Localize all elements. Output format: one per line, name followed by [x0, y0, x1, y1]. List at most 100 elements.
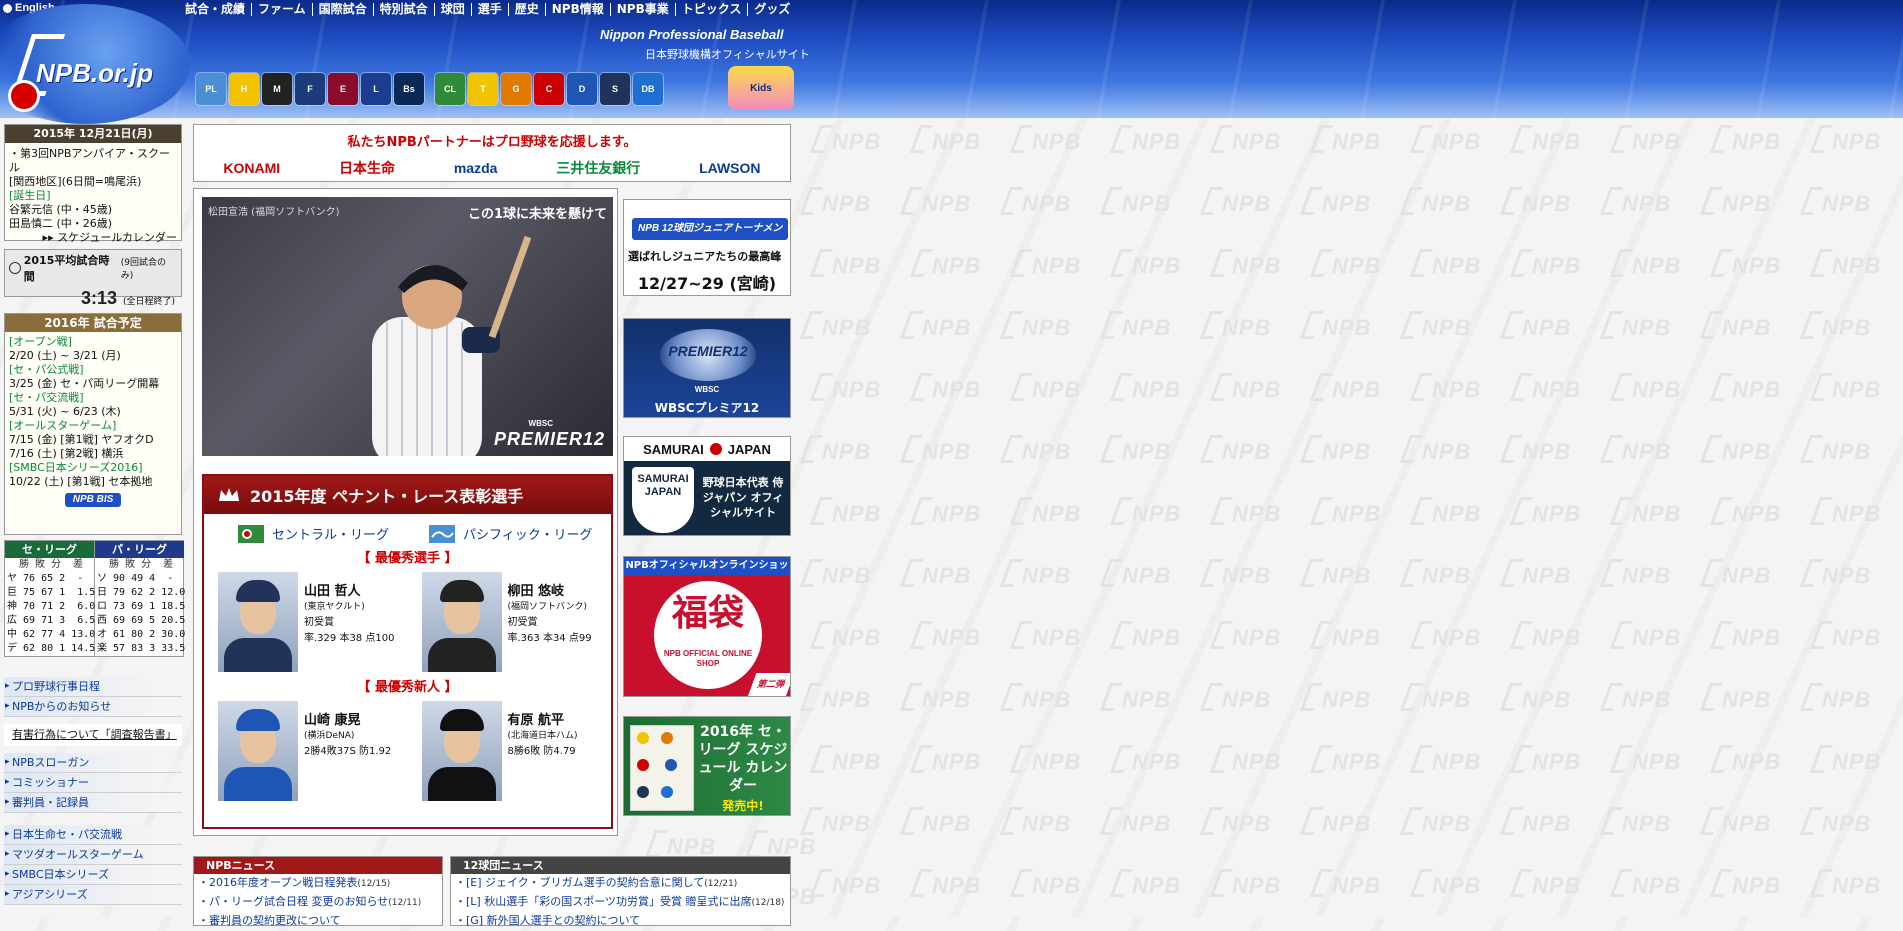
partner-logo[interactable]: mazda	[454, 160, 498, 176]
team-logo-icon[interactable]: Bs	[394, 73, 424, 105]
news-item[interactable]: ・[L] 秋山選手「彩の国スポーツ功労賞」受賞 贈呈式に出席(12/18)	[451, 893, 790, 912]
left-menu-item[interactable]: NPBからのお知らせ	[4, 697, 182, 717]
news-item[interactable]: ・[E] ジェイク・ブリガム選手の契約合意に関して(12/21)	[451, 874, 790, 893]
samurai-text: 野球日本代表 侍ジャパン オフィシャルサイト	[702, 476, 784, 519]
standings-row[interactable]: 中 62 77 4 13.0	[5, 628, 95, 642]
player-stats: 8勝6敗 防4.79	[507, 746, 576, 757]
left-menu-item[interactable]: 審判員・記録員	[4, 793, 182, 813]
watermark-npb-icon: NPB	[1405, 435, 1471, 465]
watermark-npb-icon: NPB	[1305, 559, 1371, 589]
nav-item[interactable]: NPB情報	[546, 3, 611, 16]
schedule-label: [SMBC日本シリーズ2016]	[9, 461, 143, 474]
kids-site-button[interactable]: Kids	[728, 66, 794, 110]
standings-row[interactable]: ロ 73 69 1 18.5	[95, 600, 185, 614]
nav-item[interactable]: 国際試合	[313, 3, 374, 16]
online-shop-banner[interactable]: NPBオフィシャルオンラインショップ 福袋 NPB OFFICIAL ONLIN…	[623, 556, 791, 697]
team-logo-icon[interactable]: CL	[435, 73, 465, 105]
standings-row[interactable]: デ 62 80 1 14.5	[5, 642, 95, 656]
player-card[interactable]: 山崎 康晃 (横浜DeNA) 2勝4敗37S 防1.92	[204, 701, 408, 801]
team-logo-icon[interactable]: F	[295, 73, 325, 105]
standings-row[interactable]: 神 70 71 2 6.0	[5, 600, 95, 614]
player-card[interactable]: 柳田 悠岐 (福岡ソフトバンク) 初受賞 率.363 本34 点99	[408, 572, 612, 672]
watermark-npb-icon: NPB	[1515, 125, 1581, 155]
team-logo-icon[interactable]: DB	[633, 73, 663, 105]
news-item[interactable]: ・[G] 新外国人選手との契約について	[451, 912, 790, 931]
news-text: ・パ・リーグ試合日程 変更のお知らせ	[198, 895, 389, 908]
nav-item[interactable]: NPB事業	[611, 3, 676, 16]
nav-item[interactable]: グッズ	[748, 3, 796, 16]
npb-logo[interactable]: NPB.or.jp	[0, 4, 196, 124]
player-stats: 率.329 本38 点100	[304, 633, 395, 644]
partner-logo[interactable]: 日本生命	[339, 158, 395, 178]
left-menu-item[interactable]: マツダオールスターゲーム	[4, 845, 182, 865]
watermark-npb-icon: NPB	[1505, 311, 1571, 341]
pacific-league-link[interactable]: パシフィック・リーグ	[429, 524, 593, 543]
birthday-label: [誕生日]	[9, 189, 51, 202]
left-menu-item[interactable]: 日本生命セ・パ交流戦	[4, 825, 182, 845]
central-calendar-banner[interactable]: 2016年 セ・リーグ スケジュール カレンダー 発売中!	[623, 716, 791, 816]
samurai-japan-banner[interactable]: SAMURAI JAPAN SAMURAI JAPAN 野球日本代表 侍ジャパン…	[623, 436, 791, 536]
watermark-npb-icon: NPB	[1105, 807, 1171, 837]
team-logo-icon[interactable]: H	[229, 73, 259, 105]
event-line[interactable]: ・第3回NPBアンパイア・スクール	[5, 147, 181, 175]
standings-row[interactable]: オ 61 80 2 30.0	[95, 628, 185, 642]
central-league-link[interactable]: セントラル・リーグ	[238, 524, 389, 543]
nav-item[interactable]: 球団	[435, 3, 472, 16]
junior-tournament-banner[interactable]: NPB 12球団ジュニアトーナメント 2015 選ばれしジュニアたちの最高峰 1…	[623, 199, 791, 296]
team-logo-icon[interactable]: E	[328, 73, 358, 105]
globe-icon	[3, 3, 12, 13]
investigation-report-link[interactable]: 有害行為について「調査報告書」	[4, 724, 182, 746]
event-line[interactable]: [関西地区](6日間=鳴尾浜)	[5, 175, 181, 189]
standings-row[interactable]: ソ 90 49 4 -	[95, 572, 184, 586]
team-logo-icon[interactable]: L	[361, 73, 391, 105]
nav-item[interactable]: ファーム	[252, 3, 313, 16]
news-date: (12/11)	[388, 898, 422, 908]
premier12-banner[interactable]: PREMIER12 WBSC WBSCプレミア12	[623, 318, 791, 418]
nav-item[interactable]: トピックス	[676, 3, 749, 16]
standings-row[interactable]: 広 69 71 3 6.5	[5, 614, 95, 628]
player-info: 有原 航平 (北海道日本ハム) 8勝6敗 防4.79	[508, 701, 578, 801]
left-menu-item[interactable]: アジアシリーズ	[4, 885, 182, 905]
nav-item[interactable]: 歴史	[509, 3, 546, 16]
nav-item[interactable]: 選手	[472, 3, 509, 16]
partner-logo[interactable]: KONAMI	[223, 160, 280, 176]
watermark-npb-icon: NPB	[1605, 559, 1671, 589]
partner-logo[interactable]: 三井住友銀行	[556, 158, 640, 178]
player-card[interactable]: 有原 航平 (北海道日本ハム) 8勝6敗 防4.79	[408, 701, 612, 801]
central-title[interactable]: セ・リーグ	[5, 541, 94, 558]
pacific-title[interactable]: パ・リーグ	[95, 541, 184, 558]
player-note: 初受賞	[304, 617, 334, 628]
standings-row[interactable]: 日 79 62 2 12.0	[95, 586, 185, 600]
team-logo-icon[interactable]: S	[600, 73, 630, 105]
left-menu-item[interactable]: SMBC日本シリーズ	[4, 865, 182, 885]
player-card[interactable]: 山田 哲人 (東京ヤクルト) 初受賞 率.329 本38 点100	[204, 572, 408, 672]
news-item[interactable]: ・審判員の契約更改について	[194, 912, 442, 931]
npb-bis-link[interactable]: NPB BIS	[65, 493, 121, 507]
nav-item[interactable]: 試合・成績	[185, 3, 253, 16]
junior-logo: NPB 12球団ジュニアトーナメント 2015	[632, 218, 788, 256]
team-logo-icon[interactable]: T	[468, 73, 498, 105]
team-logo-icon[interactable]: M	[262, 73, 292, 105]
team-logo-icon[interactable]: PL	[196, 73, 226, 105]
pacific-standings: パ・リーグ 勝 敗 分 差 ソ 90 49 4 -日 79 62 2 12.0 ロ…	[95, 541, 185, 656]
team-logo-icon[interactable]: C	[534, 73, 564, 105]
player-uniform	[224, 767, 292, 801]
standings-row[interactable]: 楽 57 83 3 33.5	[95, 642, 185, 656]
team-logo-icon[interactable]: D	[567, 73, 597, 105]
standings-row[interactable]: ヤ 76 65 2 -	[5, 572, 94, 586]
news-item[interactable]: ・2016年度オープン戦日程発表(12/15)	[194, 874, 442, 893]
standings-row[interactable]: 西 69 69 5 20.5	[95, 614, 185, 628]
avg-time-title-row: 2015平均試合時間 (9回試合のみ)	[5, 250, 181, 286]
left-menu-item[interactable]: NPBスローガン	[4, 753, 182, 773]
news-item[interactable]: ・パ・リーグ試合日程 変更のお知らせ(12/11)	[194, 893, 442, 912]
schedule-calendar-link[interactable]: ▸▸ スケジュールカレンダー	[5, 231, 181, 245]
central-rows: ヤ 76 65 2 -巨 75 67 1 1.5 神 70 71 2 6.0 広 6…	[5, 572, 95, 656]
watermark-npb-icon: NPB	[905, 435, 971, 465]
standings-row[interactable]: 巨 75 67 1 1.5	[5, 586, 95, 600]
nav-item[interactable]: 特別試合	[374, 3, 435, 16]
team-logo-icon[interactable]: G	[501, 73, 531, 105]
left-menu-item[interactable]: プロ野球行事日程	[4, 677, 182, 697]
left-menu-item[interactable]: コミッショナー	[4, 773, 182, 793]
hero-image[interactable]: 松田宣浩 (福岡ソフトバンク) この1球に未来を懸けて WBSC PREMIER…	[202, 197, 613, 456]
partner-logo[interactable]: LAWSON	[699, 160, 760, 176]
